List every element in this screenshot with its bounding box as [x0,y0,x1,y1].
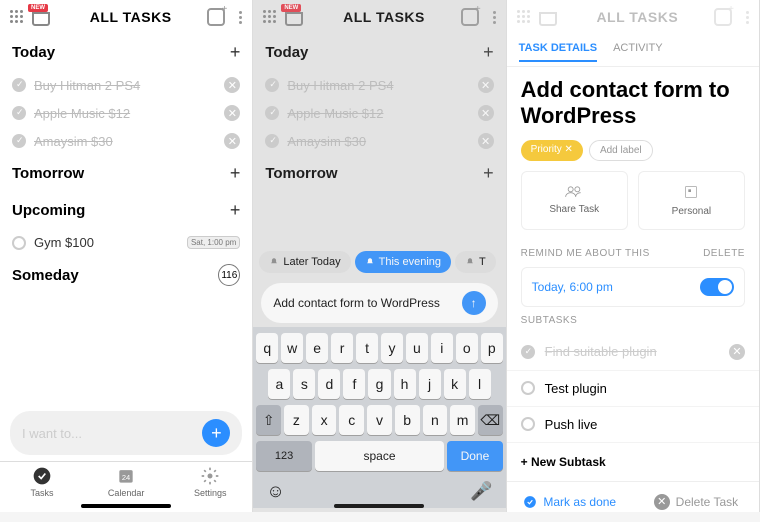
delete-task-button[interactable]: ✕Delete Task [633,482,759,522]
delete-icon[interactable]: ✕ [224,77,240,93]
add-button[interactable]: + [202,419,230,447]
quick-add-placeholder: I want to... [22,426,202,441]
section-someday-label: Someday [12,267,79,284]
share-task-card[interactable]: Share Task [521,171,628,230]
labels-row: Priority ✕ Add label [507,140,759,171]
personal-card[interactable]: Personal [638,171,745,230]
keyboard: qwertyuiop asdfghjkl ⇧zxcvbnm⌫ 123spaceD… [253,327,505,508]
new-task-icon[interactable] [461,8,479,26]
quick-add-input[interactable]: I want to... + [10,411,242,455]
header-title[interactable]: ALL TASKS [315,9,452,25]
task-row[interactable]: Amaysim $30✕ [0,127,252,155]
menu-grid-icon[interactable] [10,10,24,24]
home-indicator [334,504,424,508]
new-subtask-button[interactable]: + New Subtask [507,443,759,481]
tab-calendar[interactable]: 24Calendar [84,466,168,498]
chip-later-today[interactable]: Later Today [259,251,350,273]
action-cards: Share Task Personal [507,171,759,240]
menu-grid-icon[interactable] [263,10,277,24]
task-row[interactable]: Buy Hitman 2 PS4✕ [0,71,252,99]
delete-icon[interactable]: ✕ [224,133,240,149]
send-button[interactable]: ↑ [462,291,486,315]
tab-task-details[interactable]: TASK DETAILS [519,42,597,62]
check-icon[interactable] [12,78,26,92]
add-upcoming-button[interactable]: + [230,200,241,221]
mark-done-button[interactable]: Mark as done [507,482,633,522]
reminder-row[interactable]: Today, 6:00 pm [521,267,745,307]
add-label-button[interactable]: Add label [589,140,653,161]
shopping-bag-icon[interactable]: NEW [285,6,307,28]
chip-this-evening[interactable]: This evening [355,251,451,273]
bottom-actions: Mark as done ✕Delete Task [507,481,759,522]
key-backspace[interactable]: ⌫ [478,405,503,435]
subtask-row[interactable]: Test plugin [507,371,759,407]
section-upcoming-label: Upcoming [12,202,85,219]
priority-label[interactable]: Priority ✕ [521,140,583,161]
check-icon[interactable] [521,345,535,359]
topbar: NEW ALL TASKS [253,0,505,34]
compose-text: Add contact form to WordPress [273,296,455,310]
chip-tomorrow[interactable]: T [455,251,496,273]
key-123[interactable]: 123 [256,441,311,471]
section-upcoming: Upcoming + [0,192,252,229]
compose-input[interactable]: Add contact form to WordPress ↑ [261,283,497,323]
screen-task-detail: ALL TASKS TASK DETAILS ACTIVITY Add cont… [507,0,760,512]
reminder-chips: Later Today This evening T [253,245,505,279]
delete-icon[interactable]: ✕ [224,105,240,121]
remind-header: REMIND ME ABOUT THIS [521,248,650,259]
delete-icon[interactable]: ✕ [729,344,745,360]
shopping-bag-icon[interactable]: NEW [32,6,54,28]
more-icon[interactable] [493,11,496,24]
check-icon[interactable] [12,134,26,148]
section-someday: Someday 116 [0,256,252,294]
key-done[interactable]: Done [447,441,502,471]
key-space[interactable]: space [315,441,444,471]
subtasks-header: SUBTASKS [521,315,578,326]
section-tomorrow-label: Tomorrow [12,165,84,182]
tab-activity[interactable]: ACTIVITY [613,42,663,62]
home-indicator [81,504,171,508]
reminder-time: Today, 6:00 pm [532,280,613,294]
tab-settings[interactable]: Settings [168,466,252,498]
task-row[interactable]: Gym $100Sat, 1:00 pm [0,229,252,256]
section-today: Today + [0,34,252,71]
svg-text:24: 24 [122,473,130,482]
emoji-icon[interactable]: ☺ [266,481,284,502]
more-icon[interactable] [239,11,242,24]
task-title: Add contact form to WordPress [507,67,759,140]
reminder-toggle[interactable] [700,278,734,296]
section-tomorrow: Tomorrow + [0,155,252,192]
screen-compose: NEW ALL TASKS Today+ Buy Hitman 2 PS4✕ A… [253,0,506,512]
new-task-icon[interactable] [207,8,225,26]
check-icon[interactable] [12,236,26,250]
add-tomorrow-button[interactable]: + [230,163,241,184]
time-badge: Sat, 1:00 pm [187,236,240,249]
someday-count: 116 [218,264,240,286]
subtask-row[interactable]: Push live [507,407,759,443]
tab-tasks[interactable]: Tasks [0,466,84,498]
section-today-label: Today [12,44,55,61]
detail-tabs: TASK DETAILS ACTIVITY [507,34,759,67]
mic-icon[interactable]: 🎤 [470,481,492,502]
delete-reminder[interactable]: DELETE [703,248,745,259]
check-icon[interactable] [521,381,535,395]
key-q[interactable]: q [256,333,278,363]
topbar: NEW ALL TASKS [0,0,252,34]
add-today-button[interactable]: + [230,42,241,63]
topbar-faded: ALL TASKS [507,0,759,34]
bottom-tabbar: Tasks 24Calendar Settings [0,461,252,502]
key-shift[interactable]: ⇧ [256,405,281,435]
check-icon[interactable] [521,417,535,431]
subtask-row[interactable]: Find suitable plugin✕ [507,334,759,371]
screen-task-list: NEW ALL TASKS Today + Buy Hitman 2 PS4✕ … [0,0,253,512]
header-title[interactable]: ALL TASKS [62,9,199,25]
check-icon[interactable] [12,106,26,120]
task-row[interactable]: Apple Music $12✕ [0,99,252,127]
